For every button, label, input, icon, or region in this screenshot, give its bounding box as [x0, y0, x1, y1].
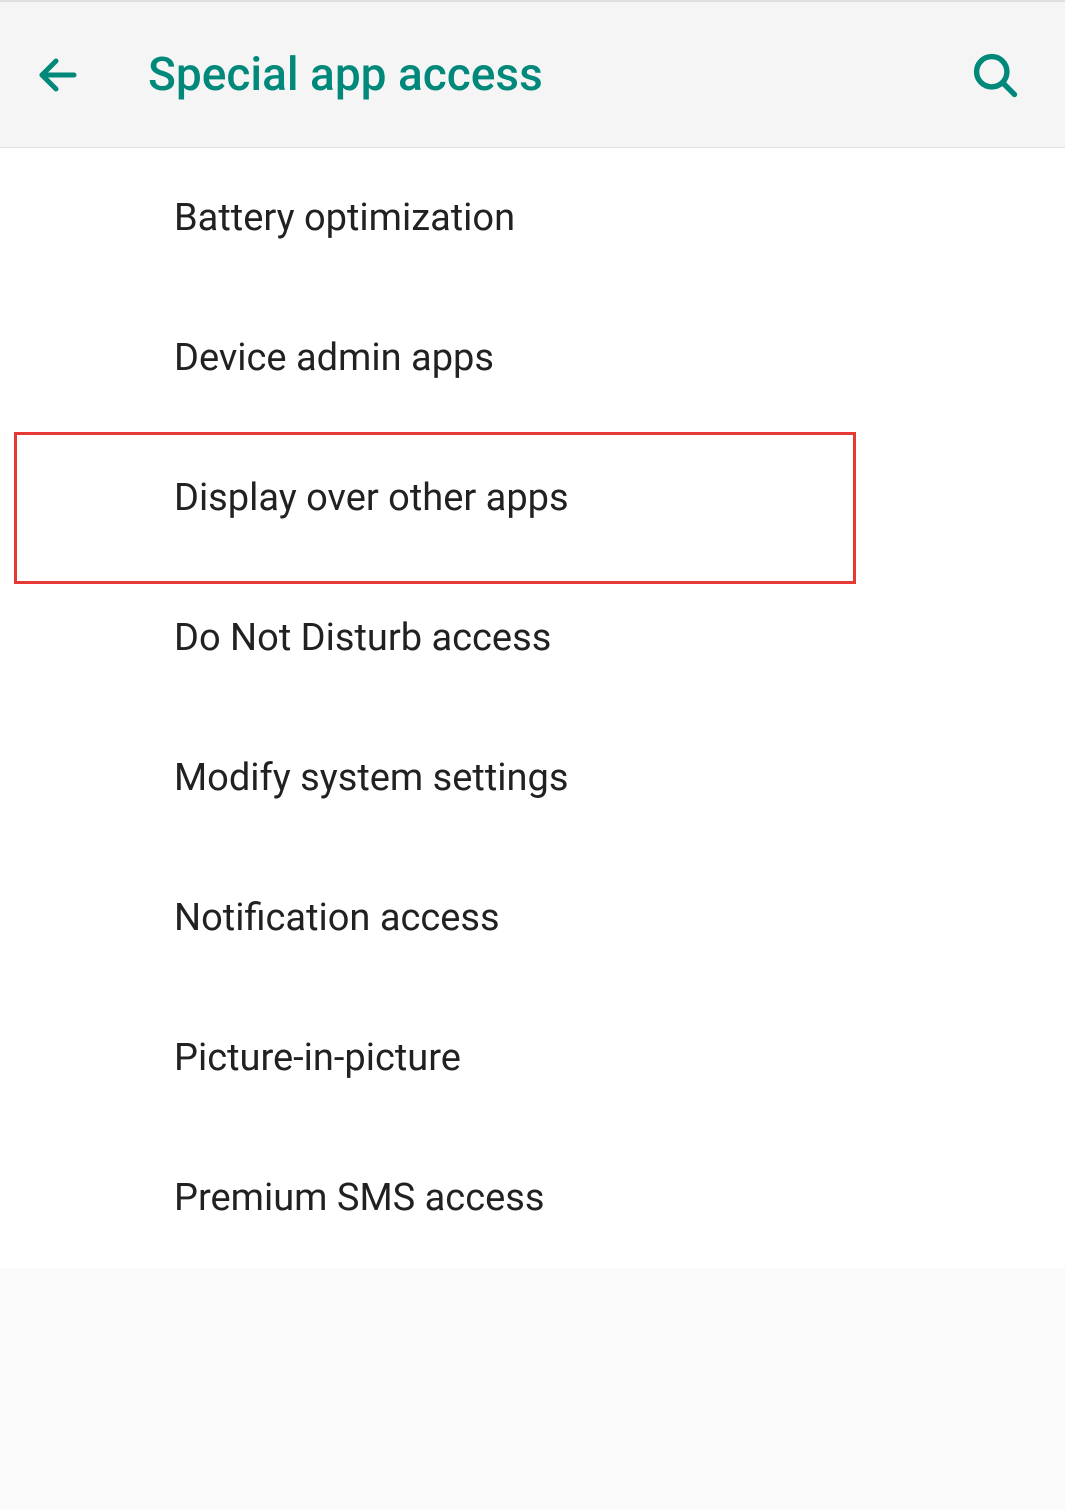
- list-item-label: Notification access: [174, 896, 500, 940]
- list-item-display-over-other-apps[interactable]: Display over other apps: [0, 428, 1065, 568]
- list-item-do-not-disturb-access[interactable]: Do Not Disturb access: [0, 568, 1065, 708]
- list-item-label: Display over other apps: [174, 476, 569, 520]
- list-item-notification-access[interactable]: Notification access: [0, 848, 1065, 988]
- back-arrow-icon: [34, 51, 82, 99]
- list-item-label: Premium SMS access: [174, 1176, 544, 1220]
- search-icon: [969, 49, 1021, 101]
- list-item-label: Device admin apps: [174, 336, 494, 380]
- list-item-battery-optimization[interactable]: Battery optimization: [0, 148, 1065, 288]
- list-item-device-admin-apps[interactable]: Device admin apps: [0, 288, 1065, 428]
- back-button[interactable]: [28, 45, 88, 105]
- settings-list: Battery optimization Device admin apps D…: [0, 148, 1065, 1268]
- app-bar: Special app access: [0, 0, 1065, 148]
- list-item-label: Do Not Disturb access: [174, 616, 551, 660]
- list-item-modify-system-settings[interactable]: Modify system settings: [0, 708, 1065, 848]
- list-item-picture-in-picture[interactable]: Picture-in-picture: [0, 988, 1065, 1128]
- list-item-label: Battery optimization: [174, 196, 515, 240]
- list-item-label: Picture-in-picture: [174, 1036, 461, 1080]
- list-item-premium-sms-access[interactable]: Premium SMS access: [0, 1128, 1065, 1268]
- page-title: Special app access: [148, 48, 965, 102]
- list-item-label: Modify system settings: [174, 756, 568, 800]
- search-button[interactable]: [965, 45, 1025, 105]
